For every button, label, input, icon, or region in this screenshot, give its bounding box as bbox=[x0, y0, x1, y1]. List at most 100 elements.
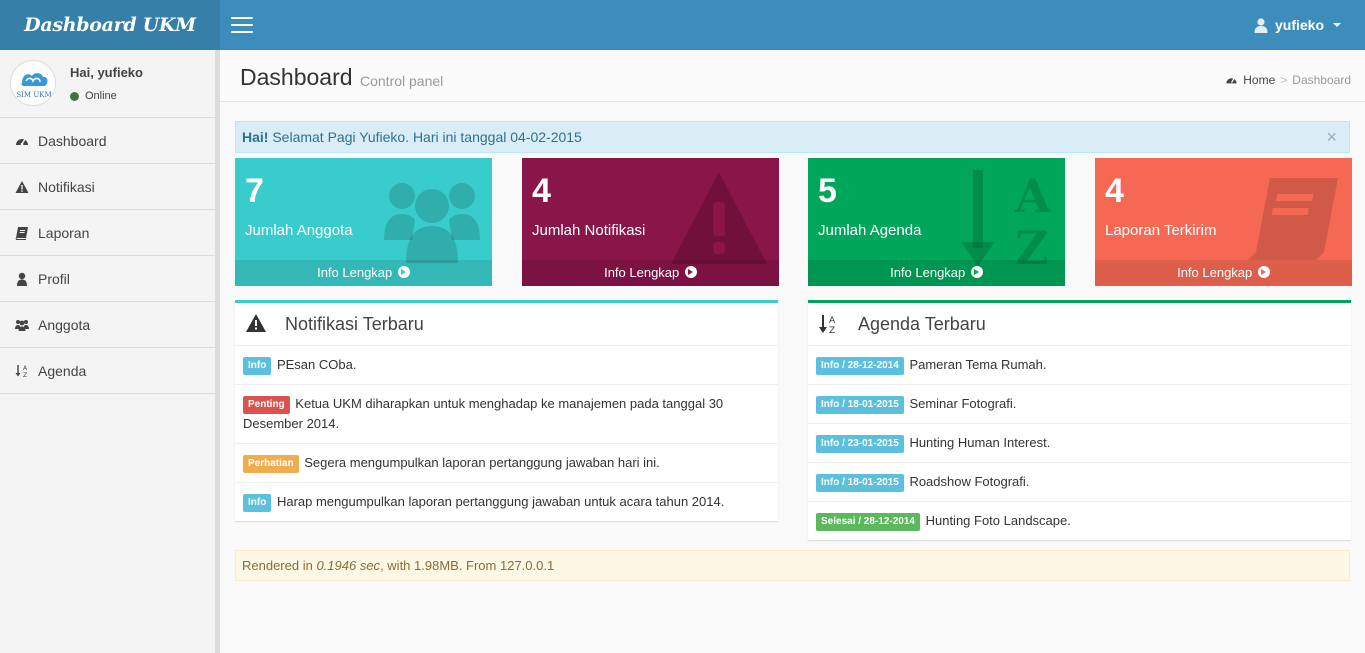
link-label: Info Lengkap bbox=[317, 265, 393, 280]
sort-alpha-icon: AZ bbox=[15, 364, 29, 378]
list-item[interactable]: Info / 28-12-2014 Pameran Tema Rumah. bbox=[808, 346, 1351, 385]
online-status: Online bbox=[70, 90, 117, 102]
sidebar-item-agenda[interactable]: AZ Agenda bbox=[0, 348, 215, 394]
notifications-panel: Notifikasi Terbaru Info PEsan COba. Pent… bbox=[235, 300, 778, 521]
book-icon bbox=[1248, 178, 1338, 260]
svg-text:A: A bbox=[23, 365, 28, 372]
page-subtitle: Control panel bbox=[360, 73, 444, 89]
info-lengkap-link[interactable]: Info Lengkap bbox=[808, 260, 1065, 286]
sort-alpha-icon: A Z bbox=[961, 169, 1052, 268]
stat-box-anggota: 7 Jumlah Anggota Info Lengkap bbox=[235, 158, 492, 286]
date-badge: Info / 28-12-2014 bbox=[816, 357, 904, 375]
app-logo[interactable]: Dashboard UKM bbox=[0, 0, 220, 50]
list-item[interactable]: Info / 23-01-2015 Hunting Human Interest… bbox=[808, 424, 1351, 463]
list-item[interactable]: Info Harap mengumpulkan laporan pertangg… bbox=[235, 483, 778, 521]
greeting: Hai, yufieko bbox=[70, 65, 143, 80]
item-text: Ketua UKM diharapkan untuk menghadap ke … bbox=[243, 396, 724, 431]
sidebar-item-label: Laporan bbox=[38, 224, 90, 241]
user-name: yufieko bbox=[1274, 17, 1324, 33]
list-item[interactable]: Info PEsan COba. bbox=[235, 346, 778, 385]
list-item[interactable]: Info / 18-01-2015 Seminar Fotografi. bbox=[808, 385, 1351, 424]
render-suffix: , with 1.98MB. From 127.0.0.1 bbox=[380, 558, 555, 573]
stat-label: Laporan Terkirim bbox=[1105, 222, 1217, 239]
panel-header: AZ Agenda Terbaru bbox=[808, 303, 1351, 346]
arrow-circle-right-icon bbox=[1257, 266, 1270, 278]
date-badge: Info / 23-01-2015 bbox=[816, 435, 904, 453]
arrow-circle-right-icon bbox=[970, 266, 983, 278]
stat-value: 7 bbox=[245, 172, 264, 210]
list-item[interactable]: Info / 18-01-2015 Roadshow Fotografi. bbox=[808, 463, 1351, 502]
breadcrumb-separator: > bbox=[1280, 73, 1288, 87]
date-badge: Selesai / 28-12-2014 bbox=[816, 513, 920, 531]
panel-header: Notifikasi Terbaru bbox=[235, 303, 778, 346]
sidebar-item-label: Agenda bbox=[38, 362, 87, 379]
breadcrumb-current: Dashboard bbox=[1292, 73, 1351, 87]
panel-title: Notifikasi Terbaru bbox=[285, 313, 424, 334]
list-item[interactable]: Penting Ketua UKM diharapkan untuk mengh… bbox=[235, 385, 778, 444]
stat-label: Jumlah Notifikasi bbox=[532, 222, 646, 239]
breadcrumb-home-link[interactable]: Home bbox=[1243, 73, 1275, 87]
sidebar-toggle-button[interactable] bbox=[231, 17, 253, 33]
sidebar-item-label: Notifikasi bbox=[38, 178, 95, 195]
agenda-panel: AZ Agenda Terbaru Info / 28-12-2014 Pame… bbox=[808, 300, 1351, 540]
info-lengkap-link[interactable]: Info Lengkap bbox=[1095, 260, 1352, 286]
sidebar-item-label: Profil bbox=[38, 270, 70, 287]
stat-value: 4 bbox=[1105, 172, 1124, 210]
info-lengkap-link[interactable]: Info Lengkap bbox=[235, 260, 492, 286]
warning-icon bbox=[671, 172, 767, 264]
sidebar-item-profil[interactable]: Profil bbox=[0, 256, 215, 302]
status-label: Online bbox=[85, 90, 117, 102]
list-item[interactable]: Selesai / 28-12-2014 Hunting Foto Landsc… bbox=[808, 502, 1351, 540]
item-text: Roadshow Fotografi. bbox=[909, 474, 1030, 489]
item-text: Harap mengumpulkan laporan pertanggung j… bbox=[276, 494, 725, 509]
sidebar-item-label: Anggota bbox=[38, 316, 91, 333]
render-time: 0.1946 sec bbox=[316, 558, 381, 573]
info-lengkap-link[interactable]: Info Lengkap bbox=[522, 260, 779, 286]
item-text: Pameran Tema Rumah. bbox=[909, 357, 1047, 372]
user-menu[interactable]: yufieko bbox=[1254, 0, 1341, 50]
stat-box-laporan: 4 Laporan Terkirim Info Lengkap bbox=[1095, 158, 1352, 286]
alert-text: Selamat Pagi Yufieko. Hari ini tanggal 0… bbox=[268, 129, 582, 145]
dashboard-icon bbox=[1226, 77, 1237, 84]
book-icon bbox=[15, 226, 29, 240]
svg-text:A: A bbox=[829, 316, 836, 326]
status-badge: Penting bbox=[243, 396, 290, 414]
status-badge: Info bbox=[243, 494, 272, 512]
caret-down-icon bbox=[1333, 23, 1341, 27]
sidebar-item-anggota[interactable]: Anggota bbox=[0, 302, 215, 348]
user-panel: SIM UKM Hai, yufieko Online bbox=[0, 50, 215, 118]
user-icon bbox=[1254, 17, 1268, 33]
sidebar-item-label: Dashboard bbox=[38, 132, 107, 149]
status-badge: Info bbox=[243, 357, 272, 375]
arrow-circle-right-icon bbox=[397, 266, 410, 278]
page-title: Dashboard bbox=[240, 64, 353, 90]
welcome-alert: Hai! Selamat Pagi Yufieko. Hari ini tang… bbox=[235, 121, 1350, 153]
top-header: Dashboard UKM yufieko bbox=[0, 0, 1365, 50]
sidebar-item-dashboard[interactable]: Dashboard bbox=[0, 118, 215, 164]
group-icon bbox=[384, 183, 480, 263]
item-text: PEsan COba. bbox=[276, 357, 357, 372]
sidebar-item-notifikasi[interactable]: Notifikasi bbox=[0, 164, 215, 210]
sidebar-item-laporan[interactable]: Laporan bbox=[0, 210, 215, 256]
render-prefix: Rendered in bbox=[242, 558, 317, 573]
svg-text:Z: Z bbox=[829, 326, 835, 335]
dashboard-icon bbox=[15, 134, 29, 148]
item-text: Hunting Human Interest. bbox=[909, 435, 1051, 450]
date-badge: Info / 18-01-2015 bbox=[816, 474, 904, 492]
stat-value: 5 bbox=[818, 172, 837, 210]
breadcrumb: Home > Dashboard bbox=[1225, 73, 1351, 87]
item-text: Seminar Fotografi. bbox=[909, 396, 1017, 411]
stat-label: Jumlah Agenda bbox=[818, 222, 922, 239]
date-badge: Info / 18-01-2015 bbox=[816, 396, 904, 414]
render-info: Rendered in 0.1946 sec, with 1.98MB. Fro… bbox=[235, 550, 1350, 581]
link-label: Info Lengkap bbox=[1177, 265, 1253, 280]
warning-icon bbox=[15, 180, 29, 194]
close-icon[interactable]: × bbox=[1326, 122, 1337, 152]
arrow-circle-right-icon bbox=[684, 266, 697, 278]
stat-box-notifikasi: 4 Jumlah Notifikasi Info Lengkap bbox=[522, 158, 779, 286]
link-label: Info Lengkap bbox=[604, 265, 680, 280]
item-text: Hunting Foto Landscape. bbox=[925, 513, 1071, 528]
sidebar: SIM UKM Hai, yufieko Online Dashboard No… bbox=[0, 50, 220, 653]
list-item[interactable]: Perhatian Segera mengumpulkan laporan pe… bbox=[235, 444, 778, 483]
alert-bold: Hai! bbox=[242, 129, 269, 145]
